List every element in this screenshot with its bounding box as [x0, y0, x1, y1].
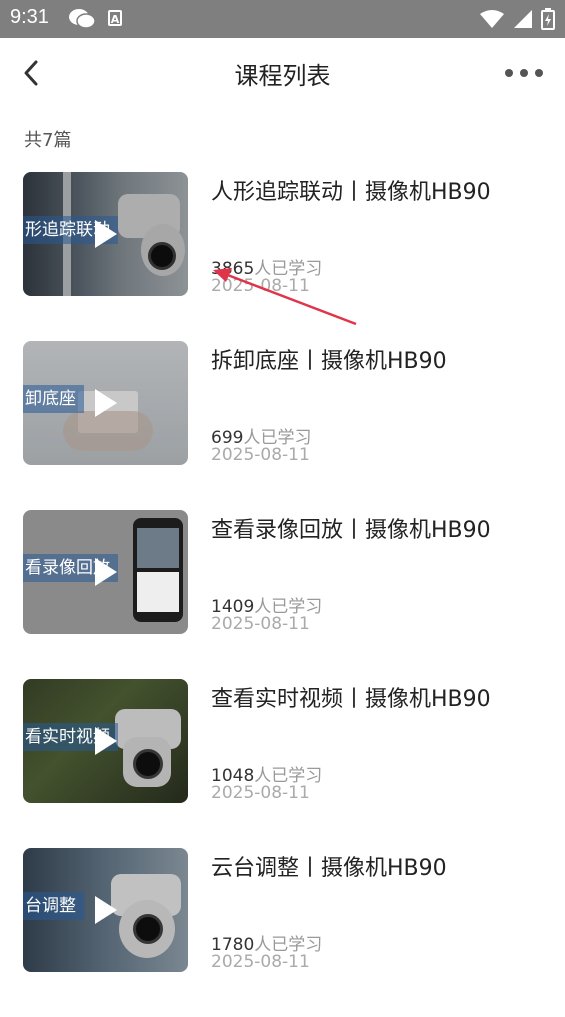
thumbnail-caption: 台调整: [23, 892, 84, 920]
course-thumbnail[interactable]: 看录像回放: [23, 510, 188, 634]
play-icon: [95, 727, 117, 755]
play-icon: [95, 220, 117, 248]
more-dots-icon: [505, 69, 513, 77]
status-bar: 9:31 A: [0, 0, 565, 38]
course-thumbnail[interactable]: 形追踪联动: [23, 172, 188, 296]
notification-a-icon: A: [108, 10, 122, 26]
course-date: 2025-08-11: [211, 445, 310, 465]
thumbnail-caption: 卸底座: [23, 385, 84, 413]
signal-icon: [514, 10, 532, 28]
course-date: 2025-08-11: [211, 614, 310, 634]
status-icons: [479, 8, 555, 30]
course-title[interactable]: 人形追踪联动丨摄像机HB90: [211, 174, 491, 206]
more-options-button[interactable]: [505, 63, 549, 83]
play-icon: [95, 389, 117, 417]
course-item[interactable]: 看实时视频 查看实时视频丨摄像机HB90 1048人已学习 2025-08-11: [0, 679, 565, 848]
wifi-icon: [480, 10, 504, 28]
course-title[interactable]: 查看录像回放丨摄像机HB90: [211, 512, 491, 544]
course-item[interactable]: 看录像回放 查看录像回放丨摄像机HB90 1409人已学习 2025-08-11: [0, 510, 565, 679]
course-date: 2025-08-11: [211, 783, 310, 803]
course-item[interactable]: 台调整 云台调整丨摄像机HB90 1780人已学习 2025-08-11: [0, 848, 565, 1017]
course-date: 2025-08-11: [211, 276, 310, 296]
course-list: 形追踪联动 人形追踪联动丨摄像机HB90 3865人已学习 2025-08-11…: [0, 172, 565, 1017]
course-date: 2025-08-11: [211, 952, 310, 972]
play-icon: [95, 558, 117, 586]
course-count: 共7篇: [24, 130, 72, 151]
course-thumbnail[interactable]: 卸底座: [23, 341, 188, 465]
course-title[interactable]: 拆卸底座丨摄像机HB90: [211, 343, 447, 375]
course-title[interactable]: 云台调整丨摄像机HB90: [211, 850, 447, 882]
course-thumbnail[interactable]: 台调整: [23, 848, 188, 972]
course-thumbnail[interactable]: 看实时视频: [23, 679, 188, 803]
nav-bar: 课程列表: [0, 38, 565, 108]
wechat-icon: [68, 8, 96, 34]
course-item[interactable]: 卸底座 拆卸底座丨摄像机HB90 699人已学习 2025-08-11: [0, 341, 565, 510]
course-title[interactable]: 查看实时视频丨摄像机HB90: [211, 681, 491, 713]
status-time: 9:31: [10, 6, 49, 28]
course-item[interactable]: 形追踪联动 人形追踪联动丨摄像机HB90 3865人已学习 2025-08-11: [0, 172, 565, 341]
page-title: 课程列表: [234, 62, 331, 90]
battery-icon: [541, 8, 555, 30]
play-icon: [95, 896, 117, 924]
